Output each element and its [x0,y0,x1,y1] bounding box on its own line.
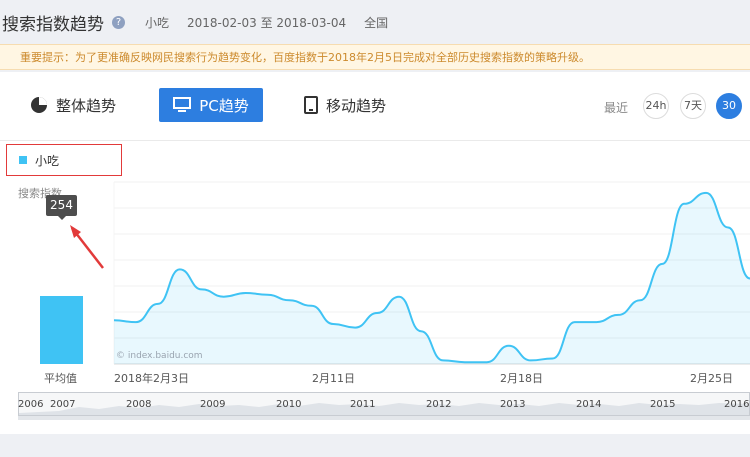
average-tooltip: 254 [46,195,77,220]
page: 搜索指数趋势 ? 小吃 2018-02-03 至 2018-03-04 全国 重… [0,0,750,457]
page-title: 搜索指数趋势 [2,14,104,35]
year-label: 2007 [50,399,76,410]
keyword-label: 小吃 [145,15,170,30]
help-icon[interactable]: ? [112,15,125,29]
year-label: 2016 [724,399,750,410]
x-tick-label: 2月11日 [312,372,355,385]
date-range-label: 2018-02-03 至 2018-03-04 [187,15,347,30]
notice-banner: 重要提示：为了更准确反映网民搜索行为趋势变化，百度指数于2018年2月5日完成对… [0,44,750,70]
year-label: 2013 [500,399,526,410]
year-label: 2011 [350,399,376,410]
year-label: 2014 [576,399,602,410]
watermark: © index.baidu.com [116,351,203,361]
year-label: 2006 [18,399,44,410]
x-tick-label: 2月25日 [690,372,733,385]
navigator-scrollbar[interactable] [18,416,750,420]
year-label: 2012 [426,399,452,410]
year-label: 2015 [650,399,676,410]
trend-chart [40,181,750,365]
trend-card: 整体趋势 PC趋势 移动趋势 最近 24h 7天 30天 小吃 搜索指数 254… [0,72,750,434]
average-bar[interactable] [40,296,83,364]
average-label: 平均值 [44,372,77,385]
callout-arrow [70,225,104,269]
x-tick-label: 2月18日 [500,372,543,385]
year-label: 2010 [276,399,302,410]
year-label: 2009 [200,399,226,410]
year-label: 2008 [126,399,152,410]
x-tick-label: 2018年2月3日 [114,372,189,385]
header: 搜索指数趋势 ? 小吃 2018-02-03 至 2018-03-04 全国 [0,0,750,44]
region-label: 全国 [364,15,389,30]
